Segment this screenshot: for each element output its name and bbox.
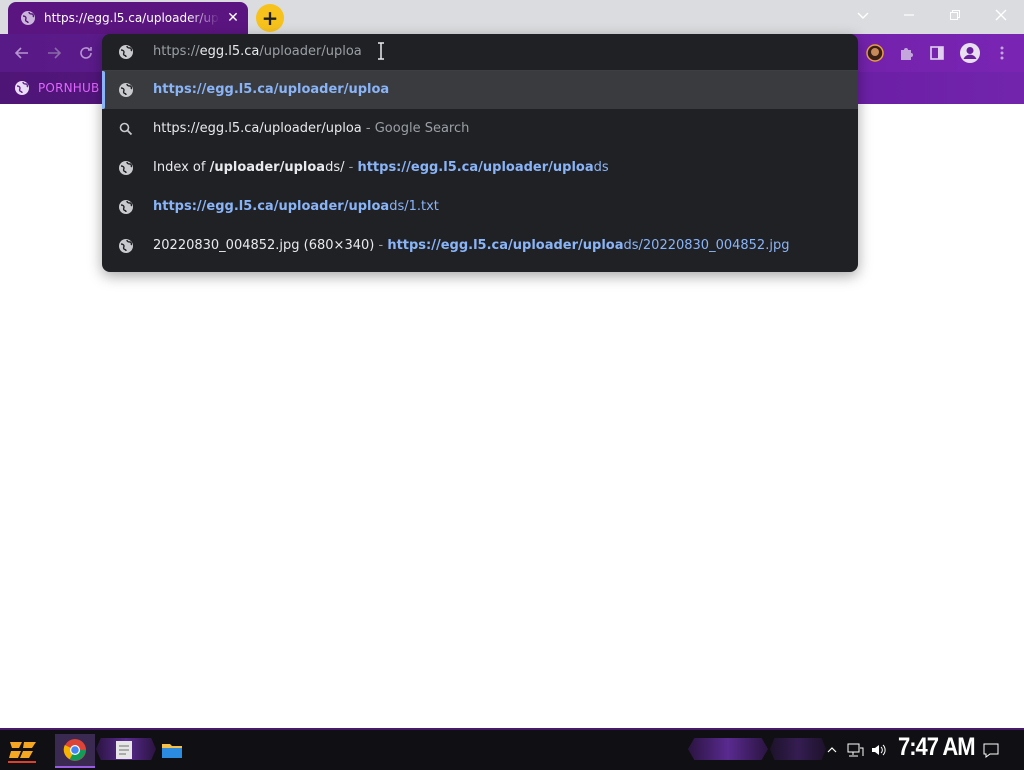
suggestion-text-part: ds/1.txt [389,199,439,214]
omnibox-suggestion-search[interactable]: https://egg.l5.ca/uploader/uploa - Googl… [102,110,858,148]
side-panel-button[interactable] [925,41,949,65]
suggestion-text-part: - [344,160,358,175]
start-logo-icon [8,742,36,763]
taskbar: 7:47 AM [0,728,1024,770]
suggestion-text: https://egg.l5.ca/uploader/uploads/1.txt [153,199,439,214]
avatar-extension-icon [866,44,884,62]
extensions-button[interactable] [894,41,918,65]
suggestion-text-part: https://egg.l5.ca/uploader/uploa [153,199,390,214]
address-bar[interactable]: https://egg.l5.ca/uploader/uploa [102,34,858,70]
suggestion-text-part: ds/ [325,160,345,175]
taskbar-decoration [770,738,826,760]
folder-icon [162,744,182,758]
system-tray [826,736,888,764]
bookmark-label: PORNHUB [38,81,100,95]
puzzle-icon [901,48,913,60]
reload-button[interactable] [72,40,100,66]
globe-icon [119,45,133,59]
notepad-icon [116,741,132,759]
text-cursor-icon [378,42,384,60]
reload-icon [80,47,92,59]
arrow-left-icon [14,47,28,59]
url-path: /uploader/uploa [259,44,362,59]
tab-strip: https://egg.l5.ca/uploader/uploa ✕ + [0,0,1024,34]
omnibox-suggestion-history[interactable]: https://egg.l5.ca/uploader/uploads/1.txt [102,188,858,226]
profile-extension-button[interactable] [863,41,887,65]
profile-button[interactable] [958,41,982,65]
globe-icon [118,199,134,215]
suggestion-text-part: https://egg.l5.ca/uploader/uploa [357,160,594,175]
suggestion-text-part: https://egg.l5.ca/uploader/uploa [153,121,362,136]
taskbar-clock[interactable]: 7:47 AM [898,732,976,762]
tab-close-button[interactable]: ✕ [224,10,242,26]
omnibox-suggestion-history[interactable]: Index of /uploader/uploads/ - https://eg… [102,149,858,187]
suggestion-text-part: https://egg.l5.ca/uploader/uploa [153,82,390,97]
globe-icon [15,81,29,95]
notification-icon [983,743,999,758]
suggestion-text: https://egg.l5.ca/uploader/uploa - Googl… [153,121,469,136]
search-icon [118,121,134,137]
suggestion-text-part: https://egg.l5.ca/uploader/uploa [387,238,624,253]
globe-icon [118,160,134,176]
suggestion-text-part: ds/20220830_004852.jpg [623,238,790,253]
taskbar-app-notepad[interactable] [104,734,144,766]
suggestion-text-part: /uploader/uploa [209,160,326,175]
globe-icon [21,11,35,25]
taskbar-app-chrome[interactable] [55,734,95,768]
chevron-up-icon[interactable] [826,744,838,756]
menu-button[interactable] [990,41,1014,65]
suggestion-text: Index of /uploader/uploads/ - https://eg… [153,160,609,175]
arrow-right-icon [48,47,62,59]
taskbar-app-file-explorer[interactable] [152,734,192,766]
account-circle-icon [960,43,980,63]
omnibox-suggestion-url[interactable]: https://egg.l5.ca/uploader/uploa [102,71,858,109]
suggestion-text: https://egg.l5.ca/uploader/uploa [153,82,389,97]
globe-icon [118,238,134,254]
more-vert-icon [1000,46,1004,60]
omnibox-dropdown: https://egg.l5.ca/uploader/uploa https:/… [102,34,858,272]
network-icon[interactable] [846,742,864,758]
forward-button[interactable] [40,40,68,66]
chevron-down-icon [857,12,869,19]
address-input[interactable]: https://egg.l5.ca/uploader/uploa [153,44,362,59]
minimize-button[interactable] [886,0,932,30]
omnibox-suggestion-history[interactable]: 20220830_004852.jpg (680×340) - https://… [102,227,858,265]
side-panel-icon [930,46,944,60]
notification-button[interactable] [982,736,1000,764]
suggestion-text-part: - [374,238,388,253]
minimize-icon [904,14,914,16]
url-scheme: https:// [153,44,200,59]
volume-icon[interactable] [870,742,888,758]
globe-icon [118,82,134,98]
suggestion-text-part: ds [593,160,609,175]
back-button[interactable] [8,40,36,66]
tab-title: https://egg.l5.ca/uploader/uploa [44,11,220,25]
url-host: egg.l5.ca [199,44,260,59]
start-button[interactable] [6,734,40,766]
bookmark-item[interactable]: PORNHUB [14,78,99,98]
tab-search-button[interactable] [840,0,886,30]
window-close-button[interactable] [978,0,1024,30]
suggestion-text-part: Index of [153,160,210,175]
suggestion-text: 20220830_004852.jpg (680×340) - https://… [153,238,789,253]
browser-tab[interactable]: https://egg.l5.ca/uploader/uploa ✕ [8,2,248,34]
restore-button[interactable] [932,0,978,30]
close-icon [995,9,1007,21]
chrome-icon [63,739,86,761]
restore-icon [950,10,960,20]
new-tab-button[interactable]: + [256,4,284,32]
taskbar-decoration [688,738,768,760]
suggestion-text-part: - Google Search [361,121,470,136]
suggestion-text-part: 20220830_004852.jpg (680×340) [153,238,375,253]
